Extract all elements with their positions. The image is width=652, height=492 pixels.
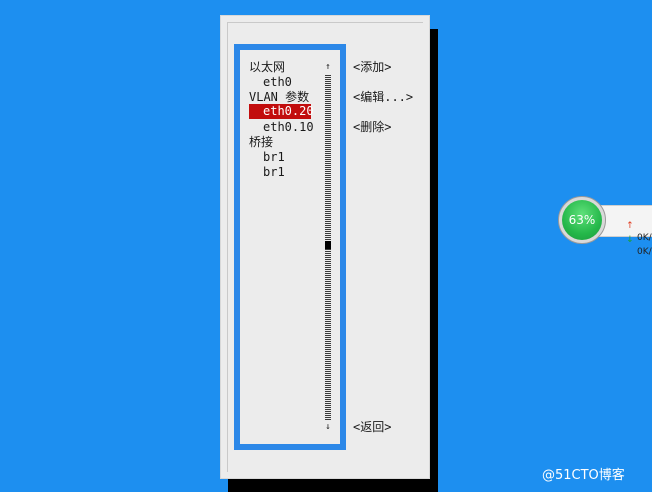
scroll-down-arrow-icon[interactable]: ↓ <box>324 422 332 432</box>
download-speed: 0K/ <box>637 247 652 257</box>
scroll-up-arrow-icon[interactable]: ↑ <box>324 62 332 72</box>
upload-speed: 0K/ <box>637 233 652 243</box>
list-item-eth0-20[interactable]: eth0.20 <box>249 104 314 119</box>
memory-usage-gauge[interactable]: 63% <box>558 196 606 244</box>
list-item-bridge-group[interactable]: 桥接 <box>249 135 273 150</box>
list-item-br1-second[interactable]: br1 <box>263 165 285 180</box>
back-button[interactable]: <返回> <box>353 420 391 435</box>
network-monitor-widget[interactable]: ↑ 0K/ ↓ 0K/ 63% <box>558 196 652 257</box>
list-item-eth0[interactable]: eth0 <box>263 75 292 90</box>
list-item-ethernet-group[interactable]: 以太网 <box>249 60 285 75</box>
list-scrollbar[interactable]: ↑ ↓ <box>324 60 332 434</box>
add-button[interactable]: <添加> <box>353 60 391 75</box>
delete-button[interactable]: <删除> <box>353 120 391 135</box>
edit-button[interactable]: <编辑...> <box>353 90 413 105</box>
network-speed-panel: ↑ 0K/ ↓ 0K/ <box>598 205 652 257</box>
list-item-eth0-10[interactable]: eth0.10 <box>263 120 314 135</box>
scroll-thumb[interactable] <box>325 241 331 249</box>
download-row: ↓ 0K/ <box>609 222 652 270</box>
list-item-vlan-group[interactable]: VLAN 参数 <box>249 90 309 105</box>
memory-usage-percent: 63% <box>562 200 602 240</box>
download-arrow-icon: ↓ <box>626 235 634 245</box>
watermark: @51CTO博客 <box>542 468 625 483</box>
list-item-br1[interactable]: br1 <box>263 150 285 165</box>
